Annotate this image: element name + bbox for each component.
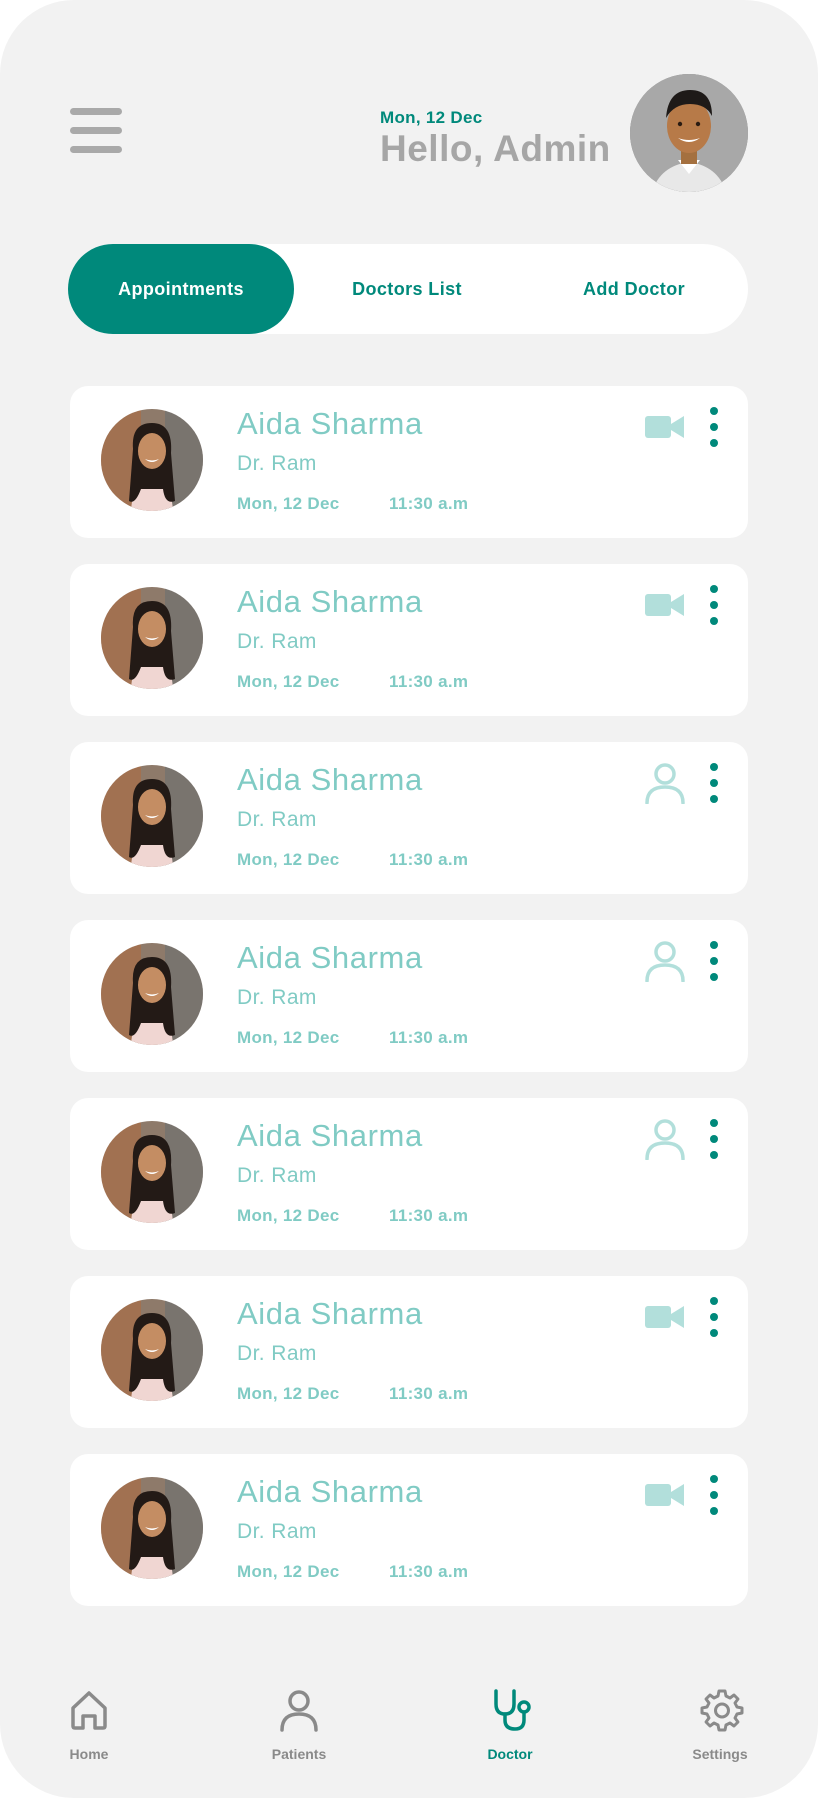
appointment-date: Mon, 12 Dec <box>237 1028 340 1047</box>
appointment-date: Mon, 12 Dec <box>237 494 340 513</box>
more-options-icon[interactable] <box>706 1296 722 1338</box>
doctor-name: Dr. Ram <box>237 630 317 653</box>
patient-name: Aida Sharma <box>237 940 423 975</box>
patient-avatar <box>101 587 203 689</box>
patient-name: Aida Sharma <box>237 406 423 441</box>
tab-bar: Appointments Doctors List Add Doctor <box>68 244 748 334</box>
appointment-time: 11:30 a.m <box>389 1562 469 1581</box>
tab-doctors-list[interactable]: Doctors List <box>294 244 520 334</box>
patient-avatar <box>101 943 203 1045</box>
patient-name: Aida Sharma <box>237 1474 423 1509</box>
patient-avatar <box>101 1121 203 1223</box>
nav-doctor-label: Doctor <box>487 1746 533 1762</box>
more-options-icon[interactable] <box>706 406 722 448</box>
video-camera-icon[interactable] <box>644 1474 686 1516</box>
appointment-date: Mon, 12 Dec <box>237 1384 340 1403</box>
appointment-card[interactable]: Aida Sharma Dr. Ram Mon, 12 Dec 11:30 a.m <box>70 920 748 1072</box>
person-icon[interactable] <box>644 940 686 983</box>
patient-avatar <box>101 1299 203 1401</box>
appointment-time: 11:30 a.m <box>389 672 469 691</box>
admin-avatar[interactable] <box>630 74 748 192</box>
patient-name: Aida Sharma <box>237 1296 423 1331</box>
more-options-icon[interactable] <box>706 1118 722 1160</box>
appointment-card[interactable]: Aida Sharma Dr. Ram Mon, 12 Dec 11:30 a.m <box>70 564 748 716</box>
greeting-title: Hello, Admin <box>380 128 611 169</box>
more-options-icon[interactable] <box>706 940 722 982</box>
patient-avatar <box>101 409 203 511</box>
video-camera-icon[interactable] <box>644 406 686 448</box>
doctor-name: Dr. Ram <box>237 1520 317 1543</box>
doctor-name: Dr. Ram <box>237 452 317 475</box>
nav-settings[interactable]: Settings <box>660 1680 780 1766</box>
home-icon <box>71 1691 107 1730</box>
appointment-date: Mon, 12 Dec <box>237 672 340 691</box>
appointment-card[interactable]: Aida Sharma Dr. Ram Mon, 12 Dec 11:30 a.m <box>70 1454 748 1606</box>
appointment-card[interactable]: Aida Sharma Dr. Ram Mon, 12 Dec 11:30 a.m <box>70 1276 748 1428</box>
doctor-name: Dr. Ram <box>237 1164 317 1187</box>
appointment-card[interactable]: Aida Sharma Dr. Ram Mon, 12 Dec 11:30 a.m <box>70 742 748 894</box>
appointment-card[interactable]: Aida Sharma Dr. Ram Mon, 12 Dec 11:30 a.m <box>70 1098 748 1250</box>
patient-name: Aida Sharma <box>237 762 423 797</box>
app-screen: Mon, 12 Dec Hello, Admin Appointments Do… <box>0 0 818 1798</box>
stethoscope-icon <box>494 1689 531 1731</box>
header-date: Mon, 12 Dec <box>380 108 483 127</box>
appointment-time: 11:30 a.m <box>389 1028 469 1047</box>
appointment-card[interactable]: Aida Sharma Dr. Ram Mon, 12 Dec 11:30 a.m <box>70 386 748 538</box>
appointment-date: Mon, 12 Dec <box>237 850 340 869</box>
patient-avatar <box>101 1477 203 1579</box>
patient-avatar <box>101 765 203 867</box>
appointment-time: 11:30 a.m <box>389 1384 469 1403</box>
nav-home-label: Home <box>69 1746 109 1762</box>
patient-name: Aida Sharma <box>237 1118 423 1153</box>
person-icon <box>280 1690 318 1732</box>
video-camera-icon[interactable] <box>644 584 686 626</box>
gear-icon <box>700 1689 744 1732</box>
tab-add-doctor[interactable]: Add Doctor <box>520 244 748 334</box>
appointment-time: 11:30 a.m <box>389 494 469 513</box>
nav-patients-label: Patients <box>271 1746 327 1762</box>
nav-home[interactable]: Home <box>29 1680 149 1766</box>
hamburger-menu-icon[interactable] <box>70 108 122 154</box>
appointment-date: Mon, 12 Dec <box>237 1562 340 1581</box>
appointment-time: 11:30 a.m <box>389 850 469 869</box>
doctor-name: Dr. Ram <box>237 1342 317 1365</box>
person-icon[interactable] <box>644 762 686 805</box>
nav-settings-label: Settings <box>692 1746 748 1762</box>
person-icon[interactable] <box>644 1118 686 1161</box>
appointment-time: 11:30 a.m <box>389 1206 469 1225</box>
more-options-icon[interactable] <box>706 1474 722 1516</box>
nav-doctor[interactable]: Doctor <box>450 1680 570 1766</box>
doctor-name: Dr. Ram <box>237 808 317 831</box>
doctor-name: Dr. Ram <box>237 986 317 1009</box>
nav-patients[interactable]: Patients <box>239 1680 359 1766</box>
tab-appointments[interactable]: Appointments <box>68 244 294 334</box>
appointment-date: Mon, 12 Dec <box>237 1206 340 1225</box>
video-camera-icon[interactable] <box>644 1296 686 1338</box>
patient-name: Aida Sharma <box>237 584 423 619</box>
more-options-icon[interactable] <box>706 584 722 626</box>
more-options-icon[interactable] <box>706 762 722 804</box>
